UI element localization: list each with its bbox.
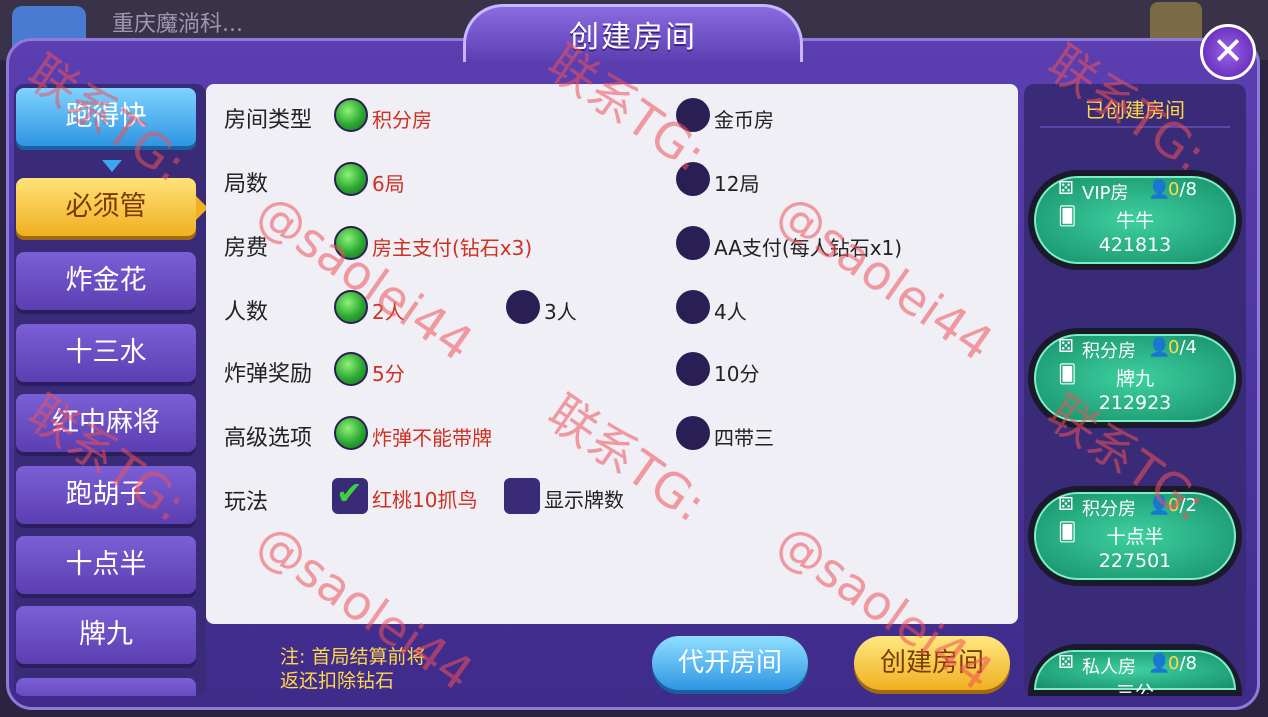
created-rooms-title: 已创建房间 [1085,98,1185,122]
option-text: 10分 [714,362,760,386]
option-text: 四带三 [714,426,774,450]
options-panel: 房间类型 积分房 金币房 局数 6局 12局 房费 房主支付(钻石x3) AA支… [206,84,1018,624]
room-player-count: 0/4 [1168,337,1197,358]
play-label: 玩法 [224,490,269,515]
option-text: 12局 [714,172,760,196]
room-type: VIP房 [1082,183,1129,204]
option-text: AA支付(每人钻石x1) [714,236,903,260]
rounds-label: 局数 [224,172,269,197]
dice-icon: ⚄ [1058,336,1074,357]
players-label: 人数 [224,300,269,325]
option-text: 3人 [544,300,577,324]
selection-pointer-icon [196,196,206,220]
checkbox-hearts-10[interactable]: ✔ [332,474,368,514]
radio-players-4[interactable] [676,290,710,324]
option-text: 金币房 [714,108,774,132]
radio-players-2[interactable] [334,290,368,324]
chevron-down-icon [102,160,122,172]
game-tab-paijiu[interactable]: 牌九 [16,606,196,664]
game-list: 跑得快 必须管 炸金花 十三水 红中麻将 跑胡子 十点半 牌九 [14,84,206,696]
game-tab-shidianban[interactable]: 十点半 [16,536,196,594]
note-line-1: 注: 首局结算前将 [280,646,426,668]
game-tab-bixuguan[interactable]: 必须管 [16,178,196,236]
game-tab-more[interactable] [16,678,196,696]
proxy-open-room-button[interactable]: 代开房间 [652,636,808,690]
game-tab-paohuzi[interactable]: 跑胡子 [16,466,196,524]
room-player-count: 0/8 [1168,179,1197,200]
game-tab-zhajinhua[interactable]: 炸金花 [16,252,196,310]
room-game: 牛牛 [1115,210,1154,232]
radio-room-type-points[interactable] [334,98,368,132]
background-app-name: 重庆魔淌科... [112,12,243,37]
radio-advanced-bomb-no-cards[interactable] [334,416,368,450]
radio-fee-aa[interactable] [676,226,710,260]
room-type: 积分房 [1082,499,1136,520]
option-text: 显示牌数 [544,488,624,512]
room-type: 私人房 [1082,657,1136,678]
option-text: 6局 [372,172,405,196]
room-game: 三公 [1115,682,1154,694]
create-room-button[interactable]: 创建房间 [854,636,1010,690]
radio-bomb-10[interactable] [676,352,710,386]
advanced-label: 高级选项 [224,426,313,451]
room-id: 421813 [1098,234,1172,256]
option-text: 红桃10抓鸟 [372,488,478,512]
option-text: 5分 [372,362,405,386]
note-line-2: 返还扣除钻石 [280,670,395,692]
bomb-reward-label: 炸弹奖励 [224,362,313,387]
game-tab-shisanshui[interactable]: 十三水 [16,324,196,382]
room-game: 十点半 [1106,526,1164,548]
option-text: 炸弹不能带牌 [372,426,492,450]
radio-players-3[interactable] [506,290,540,324]
room-type-label: 房间类型 [224,108,313,133]
dice-icon: ⚄ [1058,178,1074,199]
option-text: 2人 [372,300,405,324]
dice-icon: ⚄ [1058,494,1074,515]
dice-icon: ⚄ [1058,652,1074,673]
radio-rounds-6[interactable] [334,162,368,196]
close-button[interactable]: ✕ [1200,24,1256,80]
checkbox-show-card-count[interactable] [504,478,540,514]
room-player-count: 0/2 [1168,495,1197,516]
option-text: 积分房 [372,108,432,132]
game-tab-paodekuai[interactable]: 跑得快 [16,88,196,146]
check-icon: ✔ [336,474,363,512]
room-game: 牌九 [1115,368,1154,390]
option-text: 房主支付(钻石x3) [372,236,533,260]
option-text: 4人 [714,300,747,324]
room-id: 212923 [1098,392,1172,414]
radio-advanced-four-with-three[interactable] [676,416,710,450]
radio-fee-owner[interactable] [334,226,368,260]
room-type: 积分房 [1082,341,1136,362]
fee-label: 房费 [224,236,269,261]
room-id: 227501 [1098,550,1172,572]
radio-rounds-12[interactable] [676,162,710,196]
divider [1040,126,1230,128]
game-tab-hongzhong-majiang[interactable]: 红中麻将 [16,394,196,452]
dialog-title: 创建房间 [569,20,697,55]
radio-room-type-coins[interactable] [676,98,710,132]
room-player-count: 0/8 [1168,653,1197,674]
radio-bomb-5[interactable] [334,352,368,386]
